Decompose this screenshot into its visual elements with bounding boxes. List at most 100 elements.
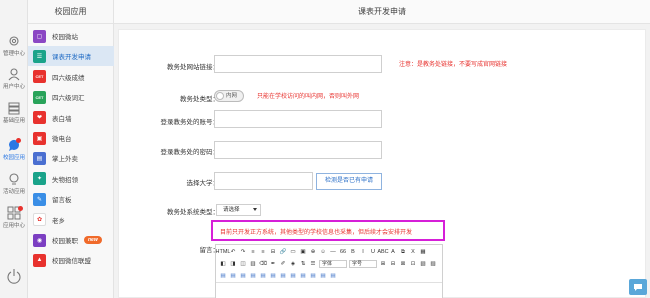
- toolbar-button[interactable]: ≡: [259, 248, 267, 256]
- toolbar-button[interactable]: ▦: [419, 248, 427, 256]
- sidebar-app-item[interactable]: ✎ 留言板: [28, 189, 114, 209]
- editor-body[interactable]: [216, 282, 442, 298]
- app-label: 课表开发申请: [52, 54, 91, 62]
- app-icon: ▲: [33, 253, 46, 267]
- toolbar-button[interactable]: HTML: [216, 248, 231, 256]
- account-input[interactable]: [214, 110, 382, 128]
- rail-item-label: 基础应用: [2, 118, 25, 124]
- rail-item-appcenter[interactable]: 应用中心: [0, 206, 28, 229]
- toolbar-button[interactable]: ▤: [249, 272, 257, 280]
- toolbar-button[interactable]: —: [329, 248, 337, 256]
- chat-icon: [634, 283, 642, 291]
- rail-item-basic[interactable]: 基础应用: [0, 101, 28, 124]
- toolbar-button[interactable]: ▤: [239, 272, 247, 280]
- toolbar-button[interactable]: A: [389, 248, 397, 256]
- toolbar-button[interactable]: B: [349, 248, 357, 256]
- toolbar-button[interactable]: ▤: [329, 272, 337, 280]
- app-label: 校园微信联盟: [52, 258, 91, 266]
- rail-item-admin[interactable]: 管理中心: [0, 34, 28, 57]
- password-input[interactable]: [214, 141, 382, 159]
- editor-toolbar-row: ▤ ▤ ▤ ▤ ▤ ▤ ▤ ▤ ▤ ▤ ▤ ▤: [216, 270, 442, 282]
- toolbar-button[interactable]: ⌫: [259, 260, 267, 268]
- toolbar-button[interactable]: I: [359, 248, 367, 256]
- url-note: 注意：是教务处链接，不要写成官网链接: [399, 62, 508, 68]
- sidebar-app-item[interactable]: ✿ 老乡: [28, 210, 114, 230]
- app-label: 表白墙: [52, 115, 72, 123]
- rail-item-activity[interactable]: 活动应用: [0, 172, 28, 195]
- toolbar-button[interactable]: ⊟: [389, 260, 397, 268]
- toolbar-button[interactable]: ⊞: [379, 260, 387, 268]
- toolbar-button[interactable]: U: [369, 248, 377, 256]
- toolbar-button[interactable]: ✐: [279, 260, 287, 268]
- check-application-button[interactable]: 检测是否已有申请: [316, 173, 382, 190]
- logout-button[interactable]: [0, 268, 28, 285]
- toolbar-button[interactable]: ✒: [269, 260, 277, 268]
- toolbar-button[interactable]: ▭: [289, 248, 297, 256]
- toolbar-select[interactable]: 字体: [319, 260, 347, 268]
- toolbar-button[interactable]: ▤: [229, 272, 237, 280]
- school-input[interactable]: [214, 172, 313, 190]
- sidebar-app-item[interactable]: ▲ 校园微信联盟: [28, 250, 114, 270]
- toolbar-button[interactable]: ▤: [219, 272, 227, 280]
- toolbar-button[interactable]: ▤: [289, 272, 297, 280]
- url-input[interactable]: [214, 55, 382, 73]
- sidebar-app-item[interactable]: ▤ 掌上外卖: [28, 148, 114, 168]
- toolbar-button[interactable]: ↷: [239, 248, 247, 256]
- editor-toolbar-row: HTML ↶ ↷ ≡ ≡ ⊟ 🔗 ▭ ▣ ⊕ ☺ —66 B I U ABC A ⧉ X ▦: [216, 246, 442, 258]
- sidebar-app-item[interactable]: ▢ 校园微站: [28, 26, 114, 46]
- sidebar-app-item[interactable]: ▣ 微电台: [28, 128, 114, 148]
- toolbar-button[interactable]: ⊟: [269, 248, 277, 256]
- toolbar-button[interactable]: ▤: [259, 272, 267, 280]
- toolbar-button[interactable]: ABC: [377, 248, 388, 256]
- toolbar-button[interactable]: ▨: [429, 260, 437, 268]
- toolbar-button[interactable]: ⊡: [409, 260, 417, 268]
- app-label: 老乡: [52, 217, 65, 225]
- select-value: 请选择: [223, 207, 240, 213]
- toolbar-button[interactable]: ▤: [269, 272, 277, 280]
- system-type-select[interactable]: 请选择: [216, 204, 261, 216]
- toolbar-button[interactable]: ▤: [279, 272, 287, 280]
- toolbar-button[interactable]: 🔗: [279, 248, 287, 256]
- toolbar-button[interactable]: ⊠: [399, 260, 407, 268]
- toolbar-button[interactable]: ↶: [229, 248, 237, 256]
- app-label: 掌上外卖: [52, 156, 78, 164]
- toolbar-button[interactable]: ▣: [299, 248, 307, 256]
- toolbar-button[interactable]: X: [409, 248, 417, 256]
- toolbar-button[interactable]: ☰: [309, 260, 317, 268]
- sidebar-app-item[interactable]: ❤ 表白墙: [28, 108, 114, 128]
- toolbar-button[interactable]: ◧: [219, 260, 227, 268]
- toolbar-button[interactable]: ▧: [419, 260, 427, 268]
- sidebar-app-item[interactable]: ◉ 校园兼职 new: [28, 230, 114, 250]
- sidebar-app-item[interactable]: ✦ 失物招领: [28, 169, 114, 189]
- toolbar-select[interactable]: 字号: [349, 260, 377, 268]
- toolbar-button[interactable]: ⇅: [299, 260, 307, 268]
- toolbar-button[interactable]: ◈: [289, 260, 297, 268]
- toolbar-button[interactable]: 66: [339, 248, 347, 256]
- sidebar-app-item[interactable]: CET 四六级词汇: [28, 87, 114, 107]
- chat-button[interactable]: [629, 279, 647, 295]
- toolbar-button[interactable]: ☺: [319, 248, 327, 256]
- password-label: 登录教务处的密码：: [160, 149, 220, 156]
- notice-box: 目前只开发正方系统，其他类型的学校信息也采集，但后续才会安排开发: [211, 220, 445, 241]
- toolbar-button[interactable]: ▥: [249, 260, 257, 268]
- sidebar-app-item[interactable]: ☰ 课表开发申请: [28, 46, 114, 67]
- toolbar-button[interactable]: ▤: [319, 272, 327, 280]
- rail-item-users[interactable]: 用户中心: [0, 67, 28, 90]
- toolbar-button[interactable]: ⊕: [309, 248, 317, 256]
- rail-item-label: 用户中心: [2, 84, 25, 90]
- toolbar-button[interactable]: ▤: [309, 272, 317, 280]
- app-label: 留言板: [52, 197, 72, 205]
- rail-item-campus[interactable]: 校园应用: [0, 138, 28, 161]
- toolbar-button[interactable]: ◫: [239, 260, 247, 268]
- chevron-down-icon: [253, 208, 257, 211]
- rail-item-label: 管理中心: [2, 51, 25, 57]
- sidebar-app-item[interactable]: CET 四六级成绩: [28, 67, 114, 87]
- bulb-icon: [9, 173, 19, 185]
- app-label: 校园兼职: [52, 238, 78, 245]
- toolbar-button[interactable]: ◨: [229, 260, 237, 268]
- toolbar-button[interactable]: ⧉: [399, 248, 407, 256]
- toolbar-button[interactable]: ▤: [299, 272, 307, 280]
- toolbar-button[interactable]: ≡: [249, 248, 257, 256]
- intranet-toggle[interactable]: 内网: [214, 90, 244, 102]
- form-panel: 教务处网站链接： 注意：是教务处链接，不要写成官网链接 教务处类型： 内网 只能…: [118, 29, 646, 298]
